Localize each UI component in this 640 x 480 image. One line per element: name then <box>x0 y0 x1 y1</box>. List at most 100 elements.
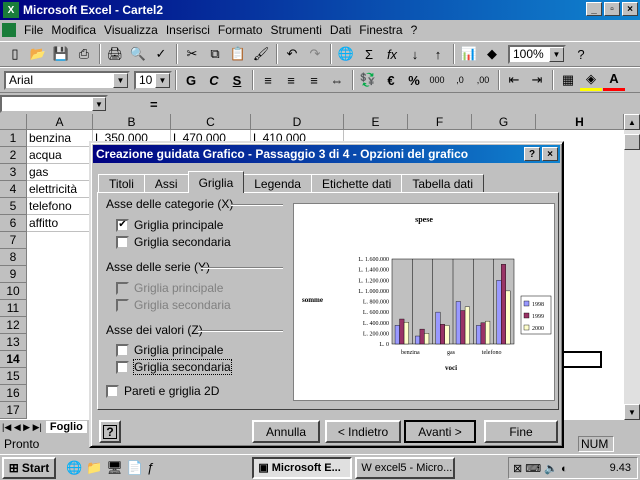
menu-formato[interactable]: Formato <box>214 23 267 37</box>
menu-modifica[interactable]: Modifica <box>47 23 100 37</box>
align-center-icon[interactable]: ≡ <box>280 69 302 91</box>
underline-button[interactable]: S <box>226 69 248 91</box>
cell-a1[interactable]: benzina <box>27 130 93 147</box>
column-header-g[interactable]: G <box>472 114 536 130</box>
copy-icon[interactable]: ⧉ <box>204 43 226 65</box>
name-box[interactable]: ▼ <box>0 95 108 113</box>
zoom-select[interactable]: 100% ▼ <box>508 44 566 64</box>
row-header-3[interactable]: 3 <box>0 164 27 181</box>
redo-icon[interactable]: ↷ <box>304 43 326 65</box>
x-major-gridlines-checkbox[interactable]: ✔ Griglia principale <box>116 218 223 232</box>
column-header-c[interactable]: C <box>171 114 251 130</box>
dialog-close-icon[interactable]: × <box>542 147 558 161</box>
scroll-thumb[interactable] <box>624 134 640 150</box>
menu-strumenti[interactable]: Strumenti <box>267 23 326 37</box>
outlook-icon[interactable]: 📁 <box>86 460 102 476</box>
row-header-10[interactable]: 10 <box>0 283 27 300</box>
currency-icon[interactable]: 💱 <box>357 69 379 91</box>
print-icon[interactable]: 🖨 <box>104 43 126 65</box>
next-button[interactable]: Avanti > <box>403 419 477 444</box>
italic-button[interactable]: C <box>203 69 225 91</box>
chevron-down-icon[interactable]: ▼ <box>92 97 106 111</box>
column-header-e[interactable]: E <box>344 114 408 130</box>
row-header-12[interactable]: 12 <box>0 317 27 334</box>
row-header-17[interactable]: 17 <box>0 402 27 419</box>
tab-assi[interactable]: Assi <box>143 174 189 192</box>
autosum-icon[interactable]: Σ <box>358 43 380 65</box>
desktop-icon[interactable]: 🖥 <box>106 460 123 476</box>
task-excel[interactable]: ▣ Microsoft E... <box>252 456 353 479</box>
row-header-8[interactable]: 8 <box>0 249 27 266</box>
cell-a6[interactable]: affitto <box>27 215 93 232</box>
new-file-icon[interactable]: ▯ <box>4 43 26 65</box>
row-header-11[interactable]: 11 <box>0 300 27 317</box>
cell-a3[interactable]: gas <box>27 164 93 181</box>
undo-icon[interactable]: ↶ <box>281 43 303 65</box>
tab-titoli[interactable]: Titoli <box>98 174 145 192</box>
workbook-icon[interactable] <box>2 23 16 37</box>
column-header-f[interactable]: F <box>408 114 472 130</box>
minimize-button[interactable]: _ <box>586 2 602 16</box>
sheet-tab[interactable]: Foglio <box>45 421 87 433</box>
row-header-2[interactable]: 2 <box>0 147 27 164</box>
explorer-icon[interactable]: 🌐 <box>66 460 82 476</box>
help-icon[interactable]: ? <box>570 43 592 65</box>
tray-icons[interactable]: ⊠ ⌨ 🔈 ◐ <box>513 462 568 475</box>
column-header-d[interactable]: D <box>251 114 344 130</box>
cell-a4[interactable]: elettricità <box>27 181 93 198</box>
font-color-icon[interactable]: A <box>603 69 625 91</box>
vertical-scrollbar[interactable]: ▲ ▼ <box>624 114 640 420</box>
open-folder-icon[interactable]: 📂 <box>27 43 49 65</box>
cut-icon[interactable]: ✂ <box>181 43 203 65</box>
fill-color-icon[interactable]: ◈ <box>580 69 602 91</box>
sheet-nav-icon[interactable]: |◀ ◀ ▶ ▶| <box>2 422 42 433</box>
row-header-4[interactable]: 4 <box>0 181 27 198</box>
row-header-1[interactable]: 1 <box>0 130 27 147</box>
close-button[interactable]: × <box>622 2 638 16</box>
z-major-gridlines-checkbox[interactable]: Griglia principale <box>116 343 223 357</box>
row-header-15[interactable]: 15 <box>0 368 27 385</box>
wizard-help-button[interactable]: ? <box>99 420 121 443</box>
chevron-down-icon[interactable]: ▼ <box>155 72 170 88</box>
shortcut-icon[interactable]: ƒ <box>147 460 154 476</box>
chevron-down-icon[interactable]: ▼ <box>549 46 564 62</box>
row-header-6[interactable]: 6 <box>0 215 27 232</box>
column-header-a[interactable]: A <box>27 114 93 130</box>
menu-help[interactable]: ? <box>407 23 422 37</box>
decrease-decimal-icon[interactable]: ,00 <box>472 69 494 91</box>
formula-equals[interactable]: = <box>150 97 158 112</box>
row-header-5[interactable]: 5 <box>0 198 27 215</box>
preview-icon[interactable]: 🔍 <box>127 43 149 65</box>
menu-visualizza[interactable]: Visualizza <box>100 23 162 37</box>
cell-a2[interactable]: acqua <box>27 147 93 164</box>
sort-asc-icon[interactable]: ↓ <box>404 43 426 65</box>
print-preview-icon[interactable]: ⎙ <box>73 43 95 65</box>
percent-button[interactable]: % <box>403 69 425 91</box>
decrease-indent-icon[interactable]: ⇤ <box>503 69 525 91</box>
row-header-16[interactable]: 16 <box>0 385 27 402</box>
task-word[interactable]: W excel5 - Micro... <box>355 456 456 479</box>
column-header-h[interactable]: H <box>536 114 624 130</box>
tab-etichette-dati[interactable]: Etichette dati <box>310 174 403 192</box>
finish-button[interactable]: Fine <box>484 420 558 443</box>
paste-icon[interactable]: 📋 <box>227 43 249 65</box>
dialog-help-icon[interactable]: ? <box>524 147 540 161</box>
maximize-button[interactable]: ▫ <box>604 2 620 16</box>
chevron-down-icon[interactable]: ▼ <box>113 72 128 88</box>
align-left-icon[interactable]: ≡ <box>257 69 279 91</box>
column-header-b[interactable]: B <box>93 114 171 130</box>
row-header-13[interactable]: 13 <box>0 334 27 351</box>
z-minor-gridlines-checkbox[interactable]: Griglia secondaria <box>116 359 232 375</box>
bold-button[interactable]: G <box>180 69 202 91</box>
drawing-icon[interactable]: ◆ <box>481 43 503 65</box>
menu-finestra[interactable]: Finestra <box>355 23 406 37</box>
start-button[interactable]: ⊞ Start <box>2 456 56 479</box>
scroll-up-icon[interactable]: ▲ <box>624 114 640 130</box>
font-size-select[interactable]: 10 ▼ <box>134 70 172 90</box>
cancel-button[interactable]: Annulla <box>252 420 320 443</box>
tab-tabella-dati[interactable]: Tabella dati <box>401 174 485 192</box>
row-header-7[interactable]: 7 <box>0 232 27 249</box>
x-minor-gridlines-checkbox[interactable]: Griglia secondaria <box>116 235 231 249</box>
tab-legenda[interactable]: Legenda <box>243 174 312 192</box>
hyperlink-icon[interactable]: 🌐 <box>335 43 357 65</box>
